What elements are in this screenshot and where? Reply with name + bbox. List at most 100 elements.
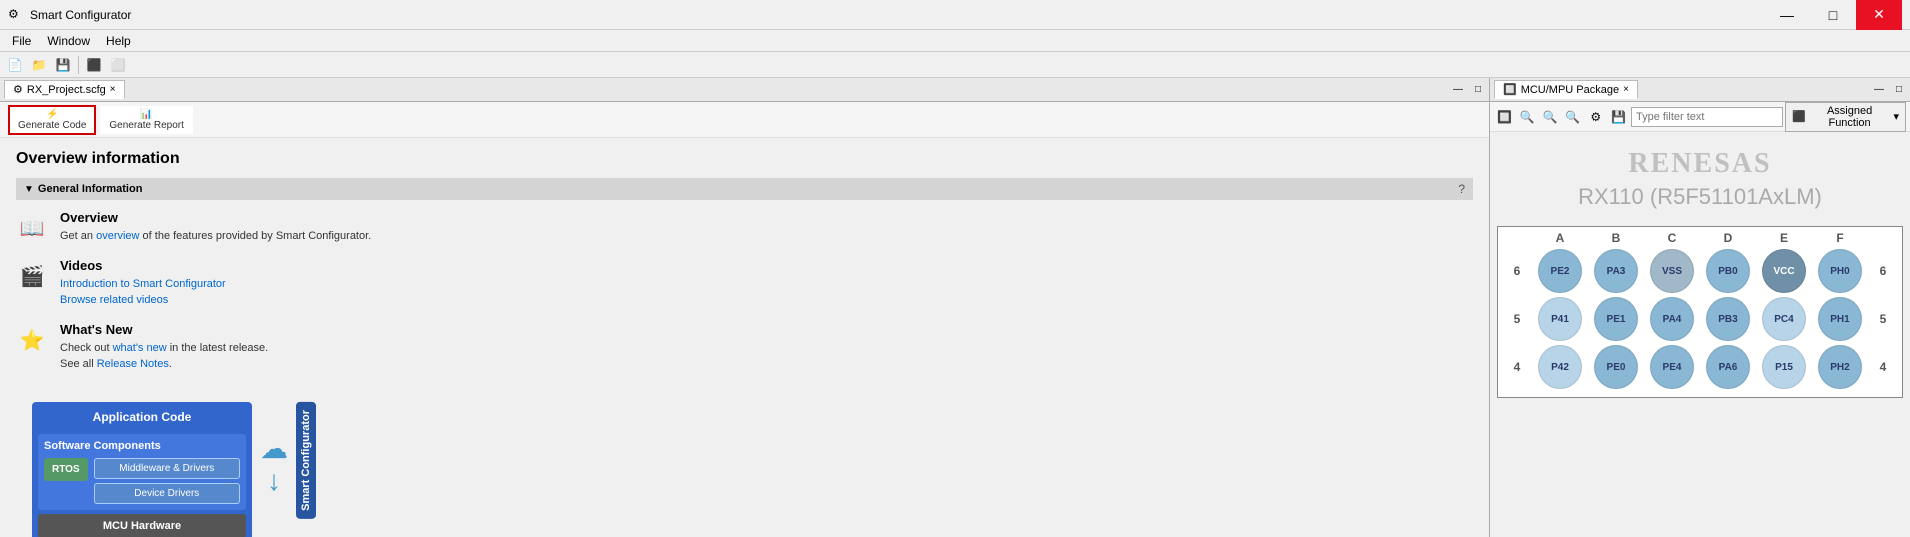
dev-drivers-box: Device Drivers [94, 483, 240, 504]
menu-file[interactable]: File [4, 32, 39, 50]
assigned-fn-label: Assigned Function [1808, 105, 1892, 129]
mcu-tab-close[interactable]: × [1623, 84, 1629, 95]
videos-icon: 🎬 [16, 260, 48, 292]
tab-close-btn[interactable]: × [110, 84, 116, 95]
panel-minimize-btn[interactable]: — [1449, 83, 1467, 96]
pin-PB0[interactable]: PB0 [1706, 249, 1750, 293]
pin-PA6[interactable]: PA6 [1706, 345, 1750, 389]
right-panel-minimize[interactable]: — [1870, 83, 1888, 96]
diagram-wrapper: Application Code Software Components RTO… [32, 402, 1457, 537]
generate-code-icon: ⚡ [46, 109, 58, 120]
cloud-icon: ☁ [260, 432, 288, 465]
generate-code-button[interactable]: ⚡ Generate Code [8, 105, 96, 135]
toolbar-expand[interactable]: ⬜ [107, 54, 129, 76]
assigned-function-button[interactable]: ⬛ Assigned Function ▾ [1785, 102, 1906, 132]
right-panel-maximize[interactable]: □ [1892, 83, 1906, 96]
app-code-label: Application Code [34, 404, 250, 430]
pin-col-label-D: D [1700, 231, 1756, 245]
whats-new-text: Check out what's new in the latest relea… [60, 341, 268, 372]
overview-heading: Overview [60, 210, 371, 225]
whats-new-heading: What's New [60, 322, 268, 337]
right-panel-toolbar: 🔲 🔍 🔍 🔍 ⚙ 💾 ⬛ Assigned Function ▾ [1490, 102, 1910, 132]
assigned-fn-icon: ⬛ [1792, 110, 1806, 123]
main-toolbar: 📄 📁 💾 ⬛ ⬜ [0, 52, 1910, 78]
pin-PE4[interactable]: PE4 [1650, 345, 1694, 389]
pin-cell: PE4 [1644, 345, 1700, 389]
help-button[interactable]: ? [1458, 182, 1465, 196]
pin-PH2[interactable]: PH2 [1818, 345, 1862, 389]
mcu-tool-3[interactable]: 🔍 [1540, 106, 1561, 128]
menu-help[interactable]: Help [98, 32, 139, 50]
pin-cell: PB0 [1700, 249, 1756, 293]
toolbar-open[interactable]: 📁 [28, 54, 50, 76]
overview-link[interactable]: overview [96, 230, 139, 242]
right-panel: 🔲 MCU/MPU Package × — □ 🔲 🔍 🔍 🔍 ⚙ 💾 ⬛ As… [1490, 78, 1910, 537]
title-bar: ⚙ Smart Configurator — □ ✕ [0, 0, 1910, 30]
mcu-tool-1[interactable]: 🔲 [1494, 106, 1515, 128]
renesas-logo: RENESAS [1628, 148, 1771, 180]
toolbar-new[interactable]: 📄 [4, 54, 26, 76]
minimize-button[interactable]: — [1764, 0, 1810, 30]
sw-components-label: Software Components [44, 440, 240, 452]
pin-cell: PA3 [1588, 249, 1644, 293]
mcu-tab-icon: 🔲 [1503, 83, 1517, 96]
mcu-tool-5[interactable]: ⚙ [1585, 106, 1606, 128]
pin-PA4[interactable]: PA4 [1650, 297, 1694, 341]
pin-row-6: 6PE2PA3VSSPB0VCCPH06 [1502, 249, 1898, 293]
overview-title: Overview information [16, 150, 1473, 168]
pin-P41[interactable]: P41 [1538, 297, 1582, 341]
pin-P15[interactable]: P15 [1762, 345, 1806, 389]
rtos-box: RTOS [44, 458, 88, 481]
pin-cell: PE1 [1588, 297, 1644, 341]
pin-cell: P15 [1756, 345, 1812, 389]
pin-P42[interactable]: P42 [1538, 345, 1582, 389]
pin-col-label-A: A [1532, 231, 1588, 245]
pin-cell: PE2 [1532, 249, 1588, 293]
pin-PA3[interactable]: PA3 [1594, 249, 1638, 293]
pin-PC4[interactable]: PC4 [1762, 297, 1806, 341]
row-label-left-5: 5 [1502, 312, 1532, 326]
pin-col-label-E: E [1756, 231, 1812, 245]
toolbar-save[interactable]: 💾 [52, 54, 74, 76]
generate-report-button[interactable]: 📊 Generate Report [100, 106, 193, 134]
filter-input[interactable] [1631, 107, 1783, 127]
pin-grid-container: ABCDEF 6PE2PA3VSSPB0VCCPH065P41PE1PA4PB3… [1497, 226, 1903, 398]
project-tab[interactable]: ⚙ RX_Project.scfg × [4, 80, 125, 99]
pin-VSS[interactable]: VSS [1650, 249, 1694, 293]
pin-PE0[interactable]: PE0 [1594, 345, 1638, 389]
intro-video-link[interactable]: Introduction to Smart Configurator [60, 278, 226, 290]
smart-configurator-side[interactable]: Smart Configurator [296, 402, 316, 519]
browse-videos-link[interactable]: Browse related videos [60, 294, 168, 306]
pin-PB3[interactable]: PB3 [1706, 297, 1750, 341]
overview-info-content: Overview Get an overview of the features… [60, 210, 371, 244]
whats-new-info-item: ⭐ What's New Check out what's new in the… [16, 322, 1473, 372]
left-tab-bar: ⚙ RX_Project.scfg × — □ [0, 78, 1489, 102]
pin-PE2[interactable]: PE2 [1538, 249, 1582, 293]
release-notes-link[interactable]: Release Notes [97, 358, 169, 370]
pin-PH1[interactable]: PH1 [1818, 297, 1862, 341]
pin-col-label-C: C [1644, 231, 1700, 245]
videos-info-item: 🎬 Videos Introduction to Smart Configura… [16, 258, 1473, 308]
toolbar-restore[interactable]: ⬛ [83, 54, 105, 76]
mcu-tool-2[interactable]: 🔍 [1517, 106, 1538, 128]
mcu-tool-4[interactable]: 🔍 [1562, 106, 1583, 128]
mcu-package-tab[interactable]: 🔲 MCU/MPU Package × [1494, 80, 1638, 99]
pin-row-5: 5P41PE1PA4PB3PC4PH15 [1502, 297, 1898, 341]
pin-PH0[interactable]: PH0 [1818, 249, 1862, 293]
app-icon: ⚙ [8, 7, 24, 23]
pin-cell: VSS [1644, 249, 1700, 293]
whats-new-link[interactable]: what's new [113, 342, 167, 354]
close-button[interactable]: ✕ [1856, 0, 1902, 30]
pin-cell: PC4 [1756, 297, 1812, 341]
main-container: ⚙ RX_Project.scfg × — □ ⚡ Generate Code … [0, 78, 1910, 537]
generate-report-label: Generate Report [109, 120, 184, 131]
menu-window[interactable]: Window [39, 32, 98, 50]
row-label-left-6: 6 [1502, 264, 1532, 278]
pin-PE1[interactable]: PE1 [1594, 297, 1638, 341]
mcu-tool-6[interactable]: 💾 [1608, 106, 1629, 128]
panel-controls: — □ [1449, 83, 1485, 96]
panel-maximize-btn[interactable]: □ [1471, 83, 1485, 96]
down-arrow-icon: ↓ [267, 465, 281, 497]
pin-VCC[interactable]: VCC [1762, 249, 1806, 293]
maximize-button[interactable]: □ [1810, 0, 1856, 30]
